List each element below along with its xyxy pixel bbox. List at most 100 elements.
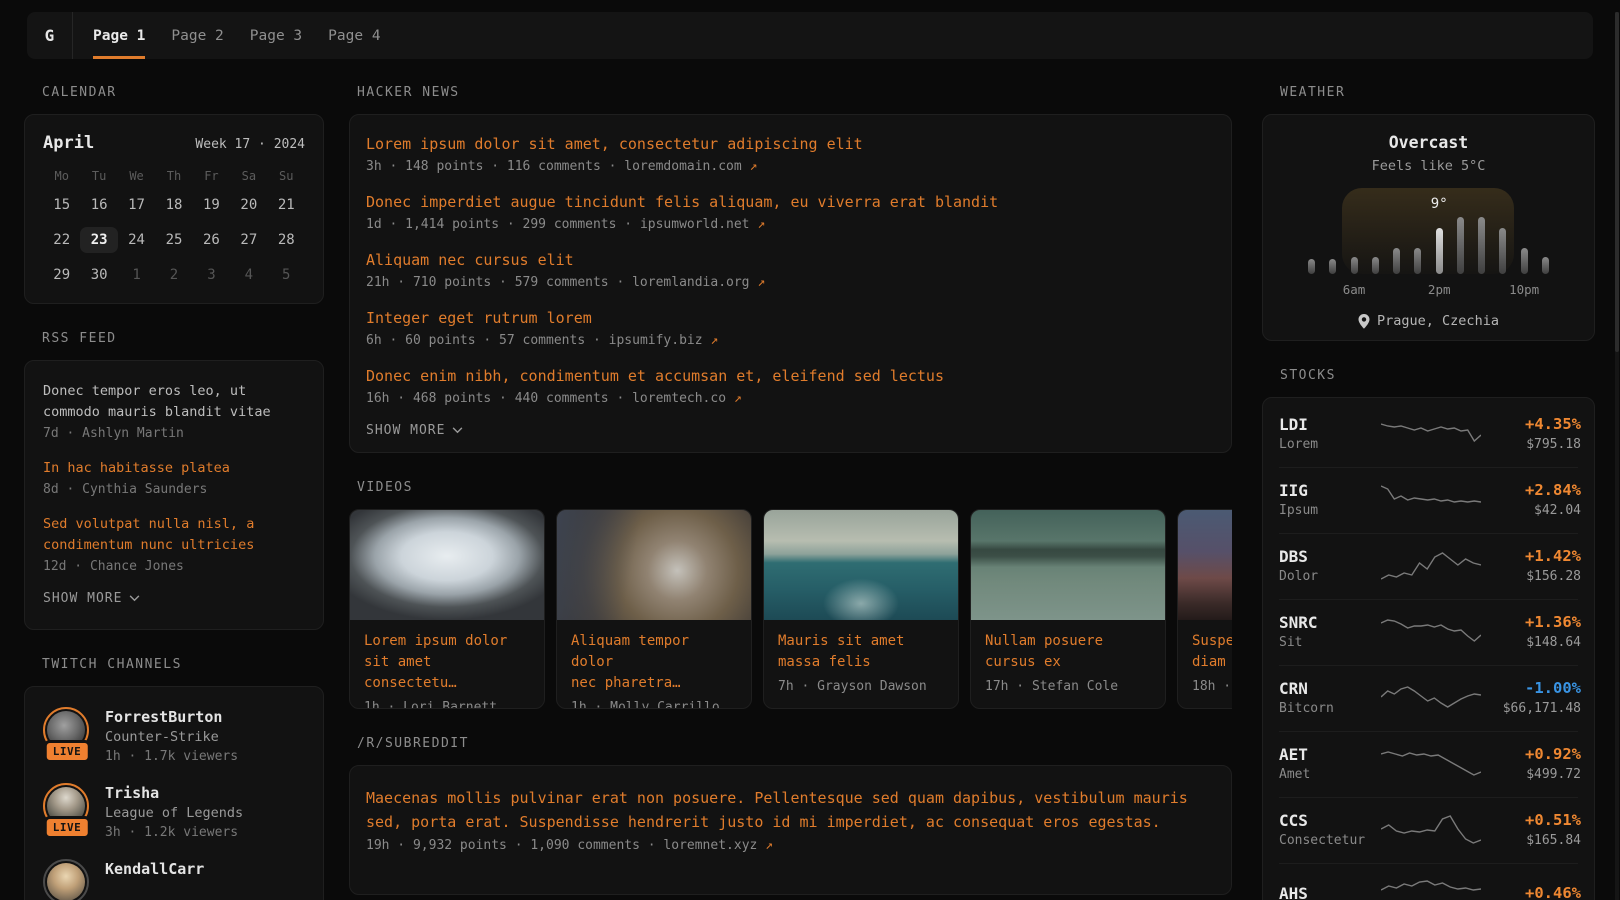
calendar-day-next-month: 1 (118, 262, 155, 288)
stock-name: Consectetur (1279, 831, 1381, 850)
stock-symbol: IIG (1279, 480, 1381, 501)
chevron-down-icon (452, 427, 463, 434)
hn-item-link[interactable]: Lorem ipsum dolor sit amet, consectetur … (366, 133, 1215, 155)
video-title: Suspendissediam (1192, 631, 1232, 673)
page-scrollbar-track[interactable] (1615, 12, 1619, 900)
calendar-widget: CALENDAR April Week 17 · 2024 Mo Tu We T… (24, 85, 324, 304)
twitch-channel-trisha[interactable]: LIVE Trisha League of Legends 3h · 1.2k … (43, 783, 305, 843)
tab-page-1[interactable]: Page 1 (93, 12, 145, 59)
video-meta: 18h · Tara (1192, 679, 1232, 694)
weather-bar (1471, 217, 1492, 274)
stock-sparkline (1381, 483, 1481, 517)
calendar-section-title: CALENDAR (42, 85, 324, 100)
hn-show-more-button[interactable]: SHOW MORE (366, 423, 1215, 438)
tab-page-4[interactable]: Page 4 (328, 12, 380, 59)
page-scrollbar-thumb[interactable] (1615, 12, 1619, 352)
stock-symbol: LDI (1279, 414, 1381, 435)
videos-widget: VIDEOS Lorem ipsum dolorsit amet consect… (349, 480, 1232, 709)
weather-location: Prague, Czechia (1283, 313, 1574, 329)
reddit-post: Maecenas mollis pulvinar erat non posuer… (366, 786, 1215, 853)
channel-meta: 3h · 1.2k viewers (105, 823, 243, 843)
weekday-label: Th (155, 169, 192, 183)
stock-name: Ipsum (1279, 501, 1381, 520)
hn-item-domain-link[interactable]: loremtech.co (632, 391, 726, 406)
hn-section-title: HACKER NEWS (357, 85, 1232, 100)
hour-tick: 6am (1343, 282, 1366, 297)
twitch-section-title: TWITCH CHANNELS (42, 657, 324, 672)
video-card[interactable]: Nullam posuerecursus ex 17h · Stefan Col… (970, 509, 1166, 709)
stock-row-aet[interactable]: AETAmet +0.92%$499.72 (1279, 731, 1578, 797)
twitch-channel-kendallcarr[interactable]: KendallCarr (43, 859, 305, 900)
twitch-channel-forrestburton[interactable]: LIVE ForrestBurton Counter-Strike 1h · 1… (43, 707, 305, 767)
video-thumbnail (971, 510, 1165, 620)
stock-row-iig[interactable]: IIGIpsum +2.84%$42.04 (1279, 467, 1578, 533)
rss-item: In hac habitasse platea 8d · Cynthia Sau… (43, 458, 305, 497)
reddit-post-domain-link[interactable]: loremnet.xyz (663, 838, 757, 853)
weekday-label: Mo (43, 169, 80, 183)
stock-change: +0.51% (1481, 810, 1581, 831)
avatar (47, 863, 85, 900)
rss-item-link[interactable]: In hac habitasse platea (43, 458, 305, 479)
hn-item-domain-link[interactable]: loremlandia.org (632, 275, 749, 290)
hour-tick: 10pm (1509, 282, 1539, 297)
tab-page-3[interactable]: Page 3 (250, 12, 302, 59)
tab-page-2[interactable]: Page 2 (171, 12, 223, 59)
stocks-section-title: STOCKS (1280, 368, 1595, 383)
calendar-day-next-month: 2 (155, 262, 192, 288)
stock-change: +0.46% (1481, 883, 1581, 900)
hn-item: Aliquam nec cursus elit 21h · 710 points… (366, 249, 1215, 290)
stock-price: $42.04 (1481, 501, 1581, 520)
reddit-post-meta: 19h · 9,932 points · 1,090 comments · (366, 838, 663, 853)
stocks-widget: STOCKS LDILorem +4.35%$795.18 IIGIpsum +… (1262, 368, 1595, 900)
video-thumbnail (350, 510, 544, 620)
hn-item-link[interactable]: Integer eget rutrum lorem (366, 307, 1215, 329)
rss-item: Sed volutpat nulla nisl, a condimentum n… (43, 514, 305, 574)
video-title: Mauris sit ametmassa felis (778, 631, 944, 673)
weather-bar (1322, 259, 1343, 274)
video-card[interactable]: Suspendissediam 18h · Tara (1177, 509, 1232, 709)
video-card[interactable]: Mauris sit ametmassa felis 7h · Grayson … (763, 509, 959, 709)
channel-game: Counter-Strike (105, 727, 238, 747)
calendar-day: 30 (80, 262, 117, 288)
stock-sparkline (1381, 615, 1481, 649)
video-card[interactable]: Aliquam tempor dolornec pharetra… 1h · M… (556, 509, 752, 709)
stock-name: Dolor (1279, 567, 1381, 586)
stock-row-ccs[interactable]: CCSConsectetur +0.51%$165.84 (1279, 797, 1578, 863)
stock-row-crn[interactable]: CRNBitcorn -1.00%$66,171.48 (1279, 665, 1578, 731)
rss-show-more-button[interactable]: SHOW MORE (43, 591, 305, 606)
stock-price: $66,171.48 (1481, 699, 1581, 718)
video-row: Lorem ipsum dolorsit amet consectetu… 1h… (349, 509, 1232, 709)
stock-symbol: SNRC (1279, 612, 1381, 633)
rss-item-link[interactable]: Donec tempor eros leo, ut commodo mauris… (43, 381, 305, 423)
stock-row-ldi[interactable]: LDILorem +4.35%$795.18 (1279, 402, 1578, 467)
stock-row-ahs[interactable]: AHS +0.46% (1279, 863, 1578, 900)
hn-item-domain-link[interactable]: loremdomain.com (624, 159, 741, 174)
rss-item-meta: 12d · Chance Jones (43, 559, 305, 574)
stock-change: +1.42% (1481, 546, 1581, 567)
hn-item-domain-link[interactable]: ipsumify.biz (609, 333, 703, 348)
video-meta: 17h · Stefan Cole (985, 679, 1151, 694)
weather-card: Overcast Feels like 5°C 9° 6am 2pm 10pm … (1262, 114, 1595, 341)
hn-item-link[interactable]: Donec enim nibh, condimentum et accumsan… (366, 365, 1215, 387)
calendar-day: 22 (43, 227, 80, 253)
video-card[interactable]: Lorem ipsum dolorsit amet consectetu… 1h… (349, 509, 545, 709)
hn-item-link[interactable]: Aliquam nec cursus elit (366, 249, 1215, 271)
weather-bar (1514, 248, 1535, 274)
hn-item-domain-link[interactable]: ipsumworld.net (640, 217, 750, 232)
stock-change: -1.00% (1481, 678, 1581, 699)
video-thumbnail (557, 510, 751, 620)
calendar-day: 15 (43, 192, 80, 218)
app-logo[interactable]: G (27, 12, 73, 59)
stock-symbol: CCS (1279, 810, 1381, 831)
calendar-day-next-month: 3 (193, 262, 230, 288)
external-link-icon: ↗ (734, 391, 742, 406)
hn-item-link[interactable]: Donec imperdiet augue tincidunt felis al… (366, 191, 1215, 213)
stock-price: $148.64 (1481, 633, 1581, 652)
stock-symbol: AHS (1279, 883, 1381, 900)
rss-item-link[interactable]: Sed volutpat nulla nisl, a condimentum n… (43, 514, 305, 556)
stock-row-snrc[interactable]: SNRCSit +1.36%$148.64 (1279, 599, 1578, 665)
rss-card: Donec tempor eros leo, ut commodo mauris… (24, 360, 324, 630)
stock-name: Sit (1279, 633, 1381, 652)
reddit-post-link[interactable]: Maecenas mollis pulvinar erat non posuer… (366, 786, 1215, 834)
stock-row-dbs[interactable]: DBSDolor +1.42%$156.28 (1279, 533, 1578, 599)
